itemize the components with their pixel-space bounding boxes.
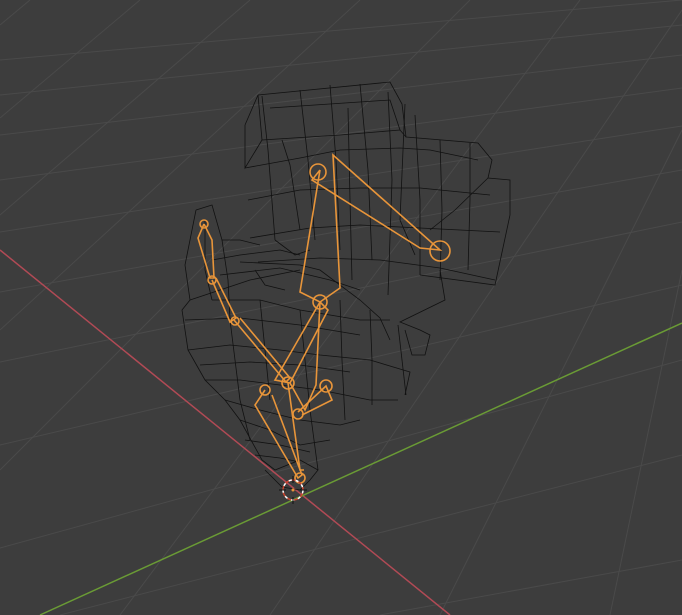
mesh-wireframe[interactable] [181, 81, 511, 491]
bone-spine[interactable] [273, 301, 329, 412]
bone-arm[interactable] [197, 219, 292, 384]
bone-head[interactable] [299, 153, 451, 310]
3d-viewport[interactable] [0, 0, 682, 615]
armature[interactable] [197, 153, 451, 484]
viewport-canvas[interactable] [0, 0, 682, 615]
y-axis-line [39, 322, 682, 615]
x-axis-line [0, 249, 451, 615]
floor-grid [0, 0, 682, 615]
